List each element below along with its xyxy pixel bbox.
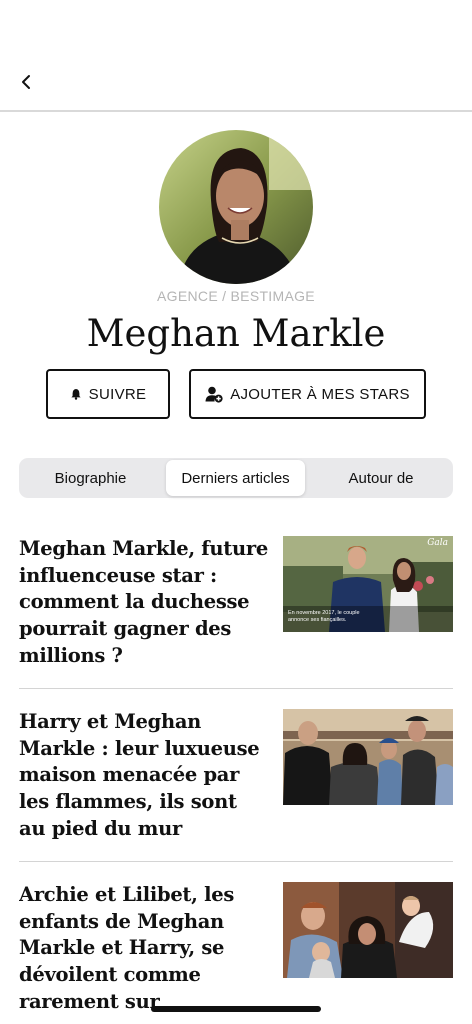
article-item[interactable]: Archie et Lilibet, les enfants de Meghan… <box>19 882 453 1012</box>
thumbnail-brand: Gala <box>427 538 448 548</box>
add-to-stars-label: AJOUTER À MES STARS <box>230 385 410 403</box>
article-title: Archie et Lilibet, les enfants de Meghan… <box>19 883 235 1012</box>
add-to-stars-button[interactable]: AJOUTER À MES STARS <box>189 369 426 419</box>
article-title: Meghan Markle, future influenceuse star … <box>19 537 268 667</box>
article-item[interactable]: Harry et Meghan Markle : leur luxueuse m… <box>19 709 453 845</box>
tab-derniers-articles[interactable]: Derniers articles <box>166 460 305 496</box>
back-button[interactable] <box>14 70 38 94</box>
follow-label: SUIVRE <box>88 385 147 403</box>
thumbnail-caption: En novembre 2017, le couple annonce ses … <box>288 610 360 623</box>
follow-button[interactable]: SUIVRE <box>46 369 170 419</box>
article-title: Harry et Meghan Markle : leur luxueuse m… <box>19 710 260 840</box>
home-indicator <box>151 1006 321 1012</box>
divider <box>19 688 453 689</box>
user-plus-icon <box>205 386 223 403</box>
chevron-left-icon <box>22 75 30 89</box>
article-item[interactable]: Meghan Markle, future influenceuse star … <box>19 536 453 672</box>
avatar <box>159 130 313 284</box>
divider <box>19 861 453 862</box>
page-title: Meghan Markle <box>86 312 386 355</box>
bell-icon <box>71 389 81 400</box>
tab-autour-de[interactable]: Autour de <box>309 460 453 496</box>
photo-credit: AGENCE / BESTIMAGE <box>157 288 315 304</box>
tab-biographie[interactable]: Biographie <box>19 460 162 496</box>
article-thumbnail <box>283 882 453 978</box>
segmented-tabs: Biographie Derniers articles Autour de <box>19 458 453 498</box>
article-thumbnail <box>283 709 453 805</box>
article-thumbnail: Gala En novembre 2017, le couple annonce… <box>283 536 453 632</box>
top-navigation-bar <box>0 0 472 112</box>
